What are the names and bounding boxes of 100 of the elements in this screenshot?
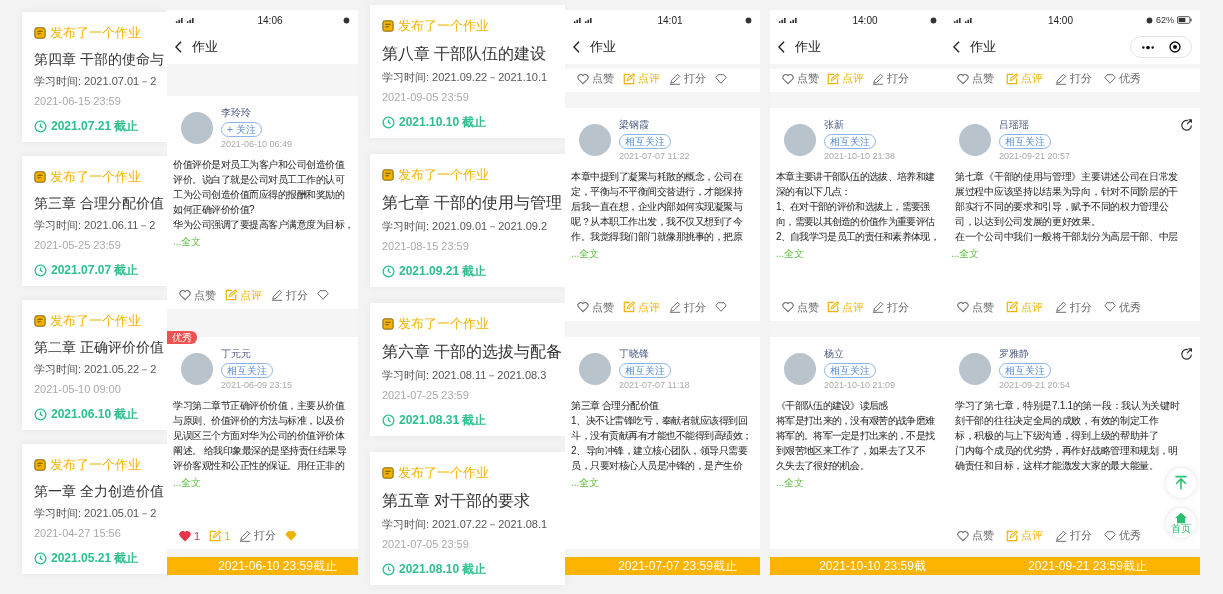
back-icon[interactable] [953, 41, 960, 53]
status-time: 14:01 [656, 14, 684, 26]
action-button[interactable]: 点赞 [577, 71, 614, 86]
target-icon[interactable] [1169, 41, 1181, 53]
assignment-tag: 发布了一个作业 [50, 312, 141, 330]
assignment-card[interactable]: 发布了一个作业 第六章 干部的选拔与配备 学习时间: 2021.08.11－2021.08.3 2021-07-25 23:59 2021.08.31 截止 [370, 303, 565, 436]
back-icon[interactable] [573, 41, 580, 53]
action-button[interactable]: 优秀 [1104, 71, 1141, 86]
edit-icon [623, 301, 635, 313]
assignment-title: 第三章 合理分配价值 [34, 195, 165, 213]
user-name[interactable]: 李玲玲 [221, 106, 251, 120]
pencil-icon [1055, 72, 1067, 85]
assignment-card[interactable]: 发布了一个作业 第七章 干部的使用与管理 学习时间: 2021.09.01－2021.09.2 2021-08-15 23:59 2021.09.21 截止 [370, 154, 565, 287]
post-text: 学习了第七章，特别是7.1.1的第一段：我认为关键时 刻干部的往往决定全局的成败，有效的制定工作 标，积极的与上下级沟通，得到上级的帮助并了 门内每个成员的优劣势，再作好战略管理和规划，明 确责任和目标，这样才能激发大家的最大能量。 [954, 398, 1181, 473]
assignment-card[interactable]: 发布了一个作业 第四章 干部的使命与 学习时间: 2021.07.01－2 2021-06-15 23:59 2021.07.21 截止 [22, 12, 167, 142]
diamond-icon [1104, 529, 1116, 542]
pencil-icon [669, 72, 681, 85]
assignment-card[interactable]: 发布了一个作业 第二章 正确评价价值 学习时间: 2021.05.22－2 2021-05-10 09:00 2021.06.10 截止 [22, 300, 167, 430]
publish-time: 2021-07-05 23:59 [382, 538, 470, 550]
action-button[interactable]: 点赞 [179, 287, 216, 303]
deadline-text: 2021.10.10 截止 [399, 114, 487, 131]
diamond-icon [1104, 72, 1116, 85]
deadline-text: 2021.05.21 截止 [51, 550, 139, 567]
assignment-title: 第八章 干部队伍的建设 [382, 44, 548, 64]
assignment-card[interactable]: 发布了一个作业 第三章 合理分配价值 学习时间: 2021.06.11－2 2021-05-25 23:59 2021.07.07 截止 [22, 156, 167, 286]
user-name[interactable]: 罗雅静 [999, 346, 1029, 361]
assignment-tag: 发布了一个作业 [50, 168, 141, 186]
action-button[interactable]: 打分 [669, 71, 706, 86]
deadline-text: 2021.06.10 截止 [51, 406, 139, 423]
action-button[interactable]: 优秀 [1104, 528, 1141, 543]
assignment-card[interactable]: 发布了一个作业 第五章 对干部的要求 学习时间: 2021.07.22－2021.08.1 2021-07-05 23:59 2021.08.10 截止 [370, 452, 565, 585]
pencil-icon [669, 301, 681, 313]
deadline-bar: 2021-09-21 23:59截止 [945, 557, 1200, 575]
study-time: 学习时间: 2021.08.11－2021.08.3 [382, 368, 548, 383]
more-icon[interactable] [1141, 44, 1155, 50]
action-button[interactable]: 1 [179, 528, 201, 543]
back-icon[interactable] [778, 41, 785, 53]
user-name[interactable]: 丁元元 [221, 346, 251, 361]
status-time: 14:00 [1046, 14, 1074, 26]
assignment-card[interactable]: 发布了一个作业 第八章 干部队伍的建设 学习时间: 2021.09.22－2021.10.1 2021-09-05 23:59 2021.10.10 截止 [370, 5, 565, 138]
clock-icon [34, 408, 47, 421]
action-button[interactable] [715, 71, 727, 86]
action-button[interactable]: 点赞 [577, 299, 614, 315]
action-button[interactable]: 打分 [1055, 528, 1092, 543]
action-button[interactable]: 点赞 [957, 299, 994, 315]
action-button[interactable]: 打分 [669, 299, 706, 315]
action-button[interactable]: 点赞 [957, 528, 994, 543]
back-icon[interactable] [175, 41, 182, 53]
note-icon [34, 27, 46, 39]
study-time: 学习时间: 2021.05.22－2 [34, 362, 158, 377]
action-button[interactable]: 点赞 [957, 71, 994, 86]
action-button[interactable]: 点赞 [782, 71, 819, 86]
assignment-title: 第五章 对干部的要求 [382, 491, 532, 511]
assignment-tag: 发布了一个作业 [398, 166, 489, 184]
action-button[interactable]: 打分 [271, 287, 308, 303]
avatar-photo [784, 352, 816, 385]
heart-icon [957, 72, 969, 85]
clock-icon [382, 414, 395, 427]
action-button[interactable]: 打分 [239, 528, 277, 543]
battery-icon [1177, 16, 1192, 24]
note-icon [34, 459, 46, 471]
action-button[interactable]: 打分 [872, 299, 909, 315]
action-button[interactable] [715, 299, 727, 315]
alarm-icon [745, 16, 752, 24]
user-name[interactable]: 吕瑶瑶 [999, 118, 1029, 132]
pencil-icon [1055, 301, 1067, 313]
diamond-icon [1104, 301, 1116, 313]
assignment-tag: 发布了一个作业 [398, 17, 489, 35]
action-button[interactable]: 优秀 [1104, 299, 1141, 315]
share-icon[interactable] [1180, 118, 1194, 132]
share-icon[interactable] [1180, 346, 1194, 361]
study-time: 学习时间: 2021.06.11－2 [34, 218, 157, 233]
post-date: 2021-09-21 20:54 [999, 379, 1071, 390]
heart-icon [179, 289, 191, 301]
heart-icon [782, 72, 794, 85]
home-icon [1174, 512, 1188, 524]
heart-icon [957, 301, 969, 313]
action-button[interactable]: 打分 [1055, 299, 1092, 315]
study-time: 学习时间: 2021.07.01－2 [34, 74, 158, 89]
action-button[interactable] [317, 287, 329, 303]
post-date: 2021-10-10 21:38 [824, 151, 896, 161]
page-title: 作业 [795, 38, 822, 56]
study-time: 学习时间: 2021.07.22－2021.08.1 [382, 517, 549, 532]
arrow-up-icon [1173, 475, 1189, 491]
edit-icon [1006, 72, 1018, 85]
study-time: 学习时间: 2021.09.01－2021.09.2 [382, 219, 549, 234]
action-button[interactable]: 点赞 [782, 299, 819, 315]
assignment-card[interactable]: 发布了一个作业 第一章 全力创造价值 学习时间: 2021.05.01－2 2021-04-27 15:56 2021.05.21 截止 [22, 444, 167, 574]
user-name[interactable]: 杨立 [824, 346, 844, 361]
user-name[interactable]: 梁钢霞 [619, 118, 649, 132]
edit-icon [1006, 301, 1018, 313]
action-button[interactable]: 打分 [1055, 71, 1092, 86]
diamond-icon [317, 289, 329, 301]
clock-icon [34, 264, 47, 277]
action-button[interactable]: 打分 [872, 71, 909, 86]
user-name[interactable]: 丁晓锋 [619, 346, 649, 361]
page-title: 作业 [590, 38, 617, 56]
pencil-icon [1055, 529, 1067, 542]
user-name[interactable]: 张新 [824, 118, 844, 132]
post-date: 2021-07-07 11:22 [619, 151, 690, 161]
